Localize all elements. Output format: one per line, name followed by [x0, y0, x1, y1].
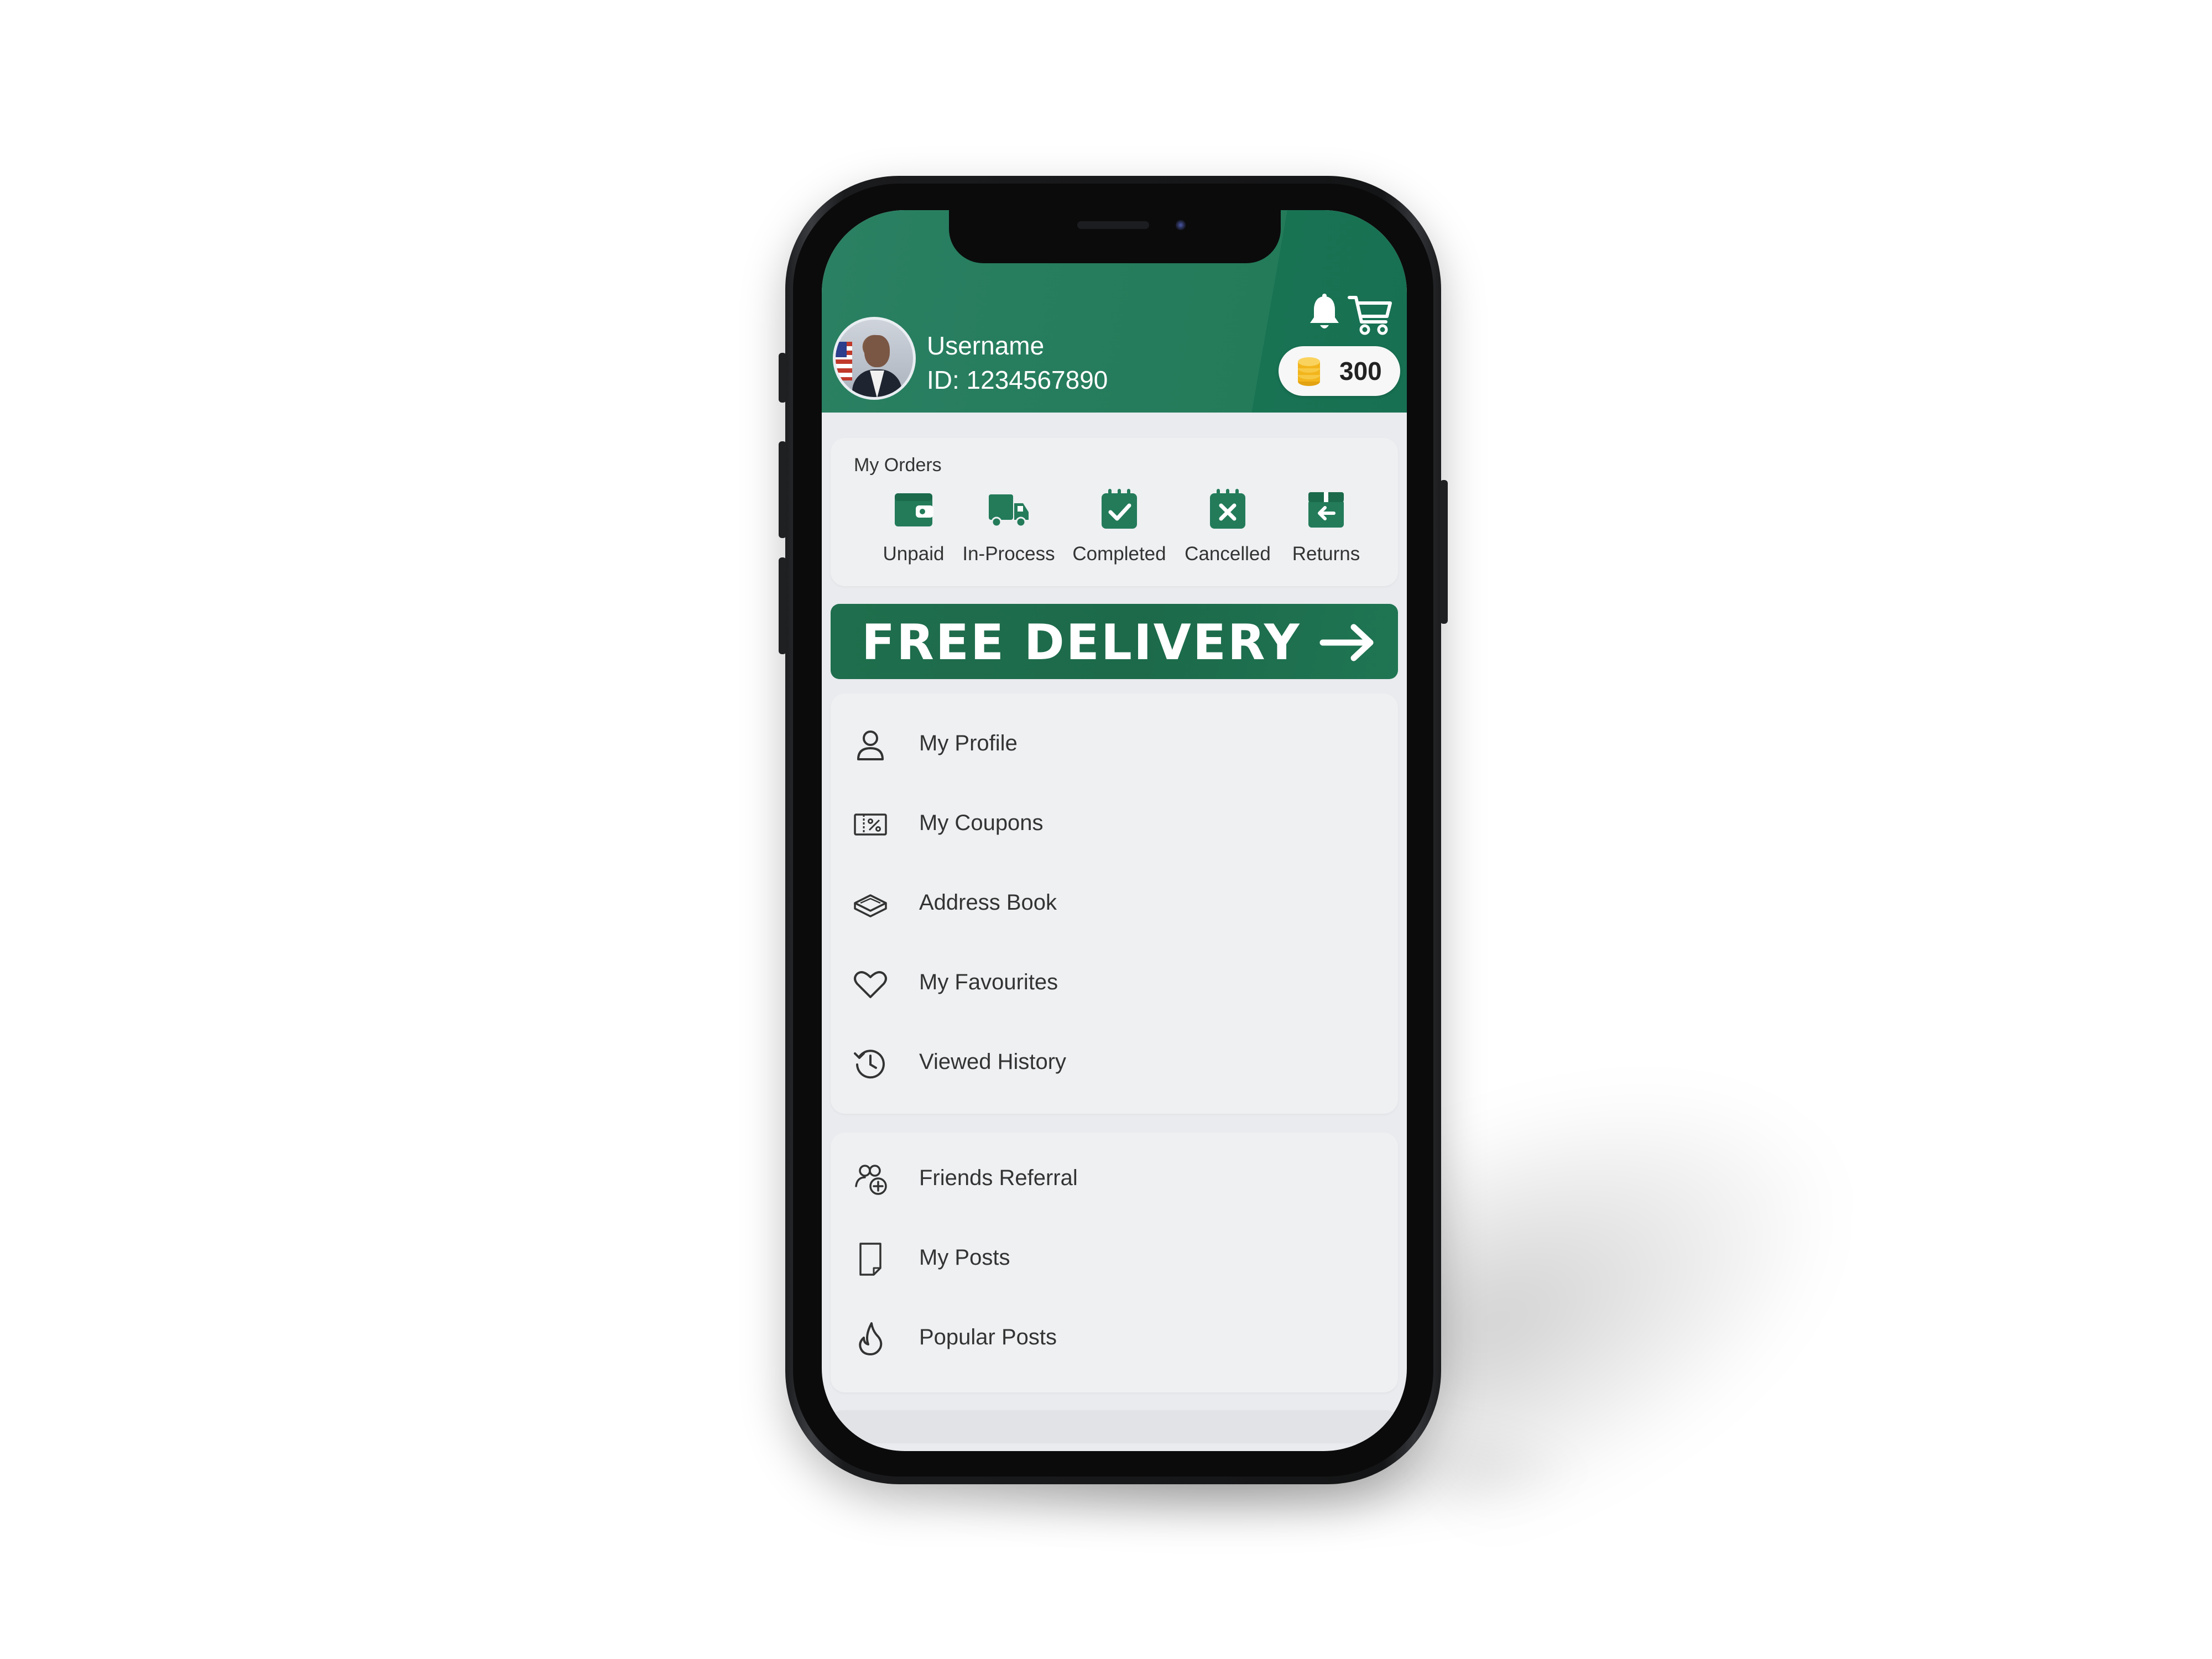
menu-label: Friends Referral	[919, 1166, 1078, 1190]
truck-icon	[989, 494, 1029, 528]
calendar-check-icon	[1102, 489, 1137, 529]
front-camera	[1176, 220, 1186, 230]
phone-notch	[949, 210, 1281, 263]
menu-item-my-coupons[interactable]: My Coupons	[831, 789, 1398, 860]
order-label: Returns	[1292, 543, 1360, 565]
app-screen: Username ID: 1234567890 300 My Orders Un…	[822, 210, 1407, 1451]
menu-item-viewed-history[interactable]: Viewed History	[831, 1027, 1398, 1099]
bell-icon[interactable]	[1307, 293, 1342, 332]
menu-item-my-favourites[interactable]: My Favourites	[831, 948, 1398, 1020]
menu-item-address-book[interactable]: Address Book	[831, 868, 1398, 940]
phone-power-button	[1440, 480, 1448, 624]
user-id-label: ID: 1234567890	[927, 366, 1108, 394]
order-label: In-Process	[962, 543, 1055, 565]
referral-icon	[855, 1165, 887, 1195]
post-icon	[859, 1243, 881, 1276]
phone-volume-down	[779, 557, 786, 654]
coupon-icon	[854, 813, 887, 836]
menu-item-my-posts[interactable]: My Posts	[831, 1223, 1398, 1295]
avatar[interactable]	[833, 317, 916, 400]
avatar-face	[864, 335, 890, 367]
phone-mockup: Username ID: 1234567890 300 My Orders Un…	[779, 176, 1448, 1484]
free-delivery-banner[interactable]: FREE DELIVERY	[831, 604, 1398, 679]
coin-icon	[1298, 357, 1320, 386]
order-in-process[interactable]: In-Process	[959, 488, 1058, 582]
username-label: Username	[927, 331, 1045, 360]
account-menu: My Profile My Coupons Address Book My Fa…	[831, 693, 1398, 1114]
heart-icon	[854, 971, 887, 998]
history-icon	[854, 1050, 885, 1079]
menu-label: My Favourites	[919, 970, 1058, 994]
menu-label: My Profile	[919, 731, 1018, 755]
order-unpaid[interactable]: Unpaid	[864, 488, 963, 582]
menu-label: Viewed History	[919, 1050, 1067, 1074]
menu-item-friends-referral[interactable]: Friends Referral	[831, 1144, 1398, 1215]
menu-label: My Posts	[919, 1245, 1010, 1270]
cart-icon[interactable]	[1347, 293, 1394, 337]
arrow-right-icon[interactable]	[1317, 620, 1378, 665]
menu-label: Popular Posts	[919, 1325, 1057, 1349]
calendar-x-icon	[1210, 489, 1245, 529]
earpiece-speaker	[1077, 221, 1149, 229]
order-label: Completed	[1072, 543, 1166, 565]
order-label: Cancelled	[1185, 543, 1271, 565]
my-orders-card: My Orders Unpaid In-Process Completed Ca…	[831, 438, 1398, 586]
order-label: Unpaid	[883, 543, 945, 565]
banner-text: FREE DELIVERY	[862, 614, 1301, 671]
flag-backdrop	[836, 342, 852, 380]
menu-item-my-profile[interactable]: My Profile	[831, 709, 1398, 781]
phone-silent-switch	[779, 353, 786, 403]
coin-balance[interactable]: 300	[1279, 346, 1400, 396]
community-menu: Friends Referral My Posts Popular Posts	[831, 1133, 1398, 1392]
box-return-icon	[1308, 492, 1344, 528]
menu-item-popular-posts[interactable]: Popular Posts	[831, 1303, 1398, 1375]
book-icon	[854, 894, 887, 917]
menu-label: Address Book	[919, 890, 1057, 915]
flame-icon	[859, 1322, 883, 1355]
order-completed[interactable]: Completed	[1070, 488, 1169, 582]
next-section-peek	[831, 1410, 1398, 1443]
order-cancelled[interactable]: Cancelled	[1178, 488, 1277, 582]
order-returns[interactable]: Returns	[1276, 488, 1376, 582]
phone-volume-up	[779, 441, 786, 538]
orders-title: My Orders	[854, 455, 942, 476]
user-icon	[857, 731, 884, 760]
menu-label: My Coupons	[919, 811, 1044, 835]
wallet-icon	[895, 493, 933, 526]
coin-count: 300	[1339, 357, 1382, 385]
